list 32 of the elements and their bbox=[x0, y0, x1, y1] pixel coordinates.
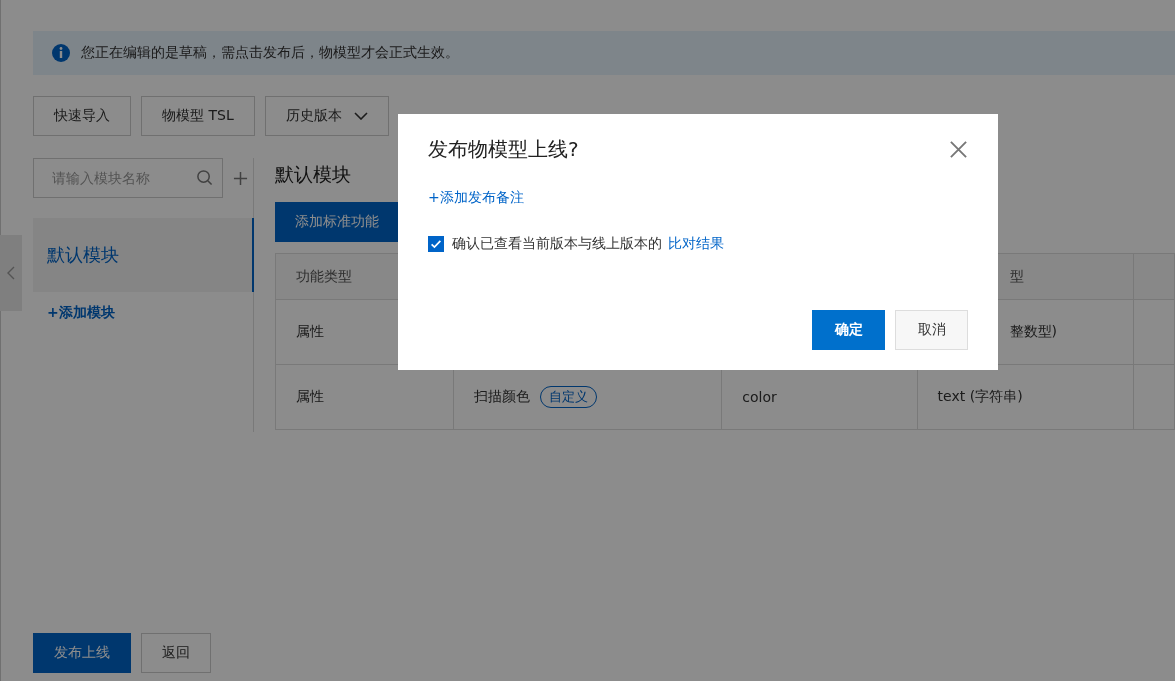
dialog-button[interactable]: 取消 bbox=[895, 310, 968, 350]
plus-icon[interactable] bbox=[233, 170, 248, 186]
table-cell: 整数型) bbox=[1009, 323, 1058, 339]
close-icon[interactable] bbox=[949, 140, 968, 159]
footer-button[interactable]: 发布上线 bbox=[33, 633, 131, 673]
checkbox-label: 确认已查看当前版本与线上版本的 bbox=[452, 235, 662, 253]
column-header: 型 bbox=[1009, 267, 1024, 284]
footer-button[interactable]: 返回 bbox=[141, 633, 211, 673]
toolbar-button[interactable]: 历史版本 bbox=[264, 96, 389, 136]
table-cell: 属性 bbox=[296, 388, 324, 404]
chevron-left-icon bbox=[7, 266, 15, 280]
table-cell: 属性 bbox=[296, 323, 324, 339]
toolbar-button[interactable]: 物模型 TSL bbox=[141, 96, 255, 136]
module-title: 默认模块 bbox=[275, 162, 351, 187]
dialog-button[interactable]: 确定 bbox=[812, 310, 885, 350]
add-standard-function-button[interactable]: 添加标准功能 bbox=[275, 202, 399, 242]
compare-result-link[interactable]: 比对结果 bbox=[668, 235, 724, 253]
table-cell: color bbox=[742, 389, 777, 405]
search-icon bbox=[196, 169, 213, 186]
add-note-link[interactable]: +添加发布备注 bbox=[428, 189, 524, 207]
collapse-handle[interactable] bbox=[0, 235, 22, 311]
add-module-link[interactable]: +添加模块 bbox=[33, 304, 253, 322]
checkbox[interactable] bbox=[428, 236, 444, 252]
dialog-title: 发布物模型上线? bbox=[428, 136, 579, 163]
column-header: 功能类型 bbox=[296, 267, 352, 284]
caret-icon bbox=[353, 112, 368, 120]
info-icon bbox=[51, 43, 71, 63]
notice-text: 您正在编辑的是草稿，需点击发布后，物模型才会正式生效。 bbox=[81, 44, 459, 62]
table-cell: 扫描颜色 bbox=[474, 388, 531, 404]
table-cell: text (字符串) bbox=[937, 388, 1023, 404]
toolbar-button[interactable]: 快速导入 bbox=[33, 96, 131, 136]
module-item[interactable]: 默认模块 bbox=[33, 218, 254, 292]
